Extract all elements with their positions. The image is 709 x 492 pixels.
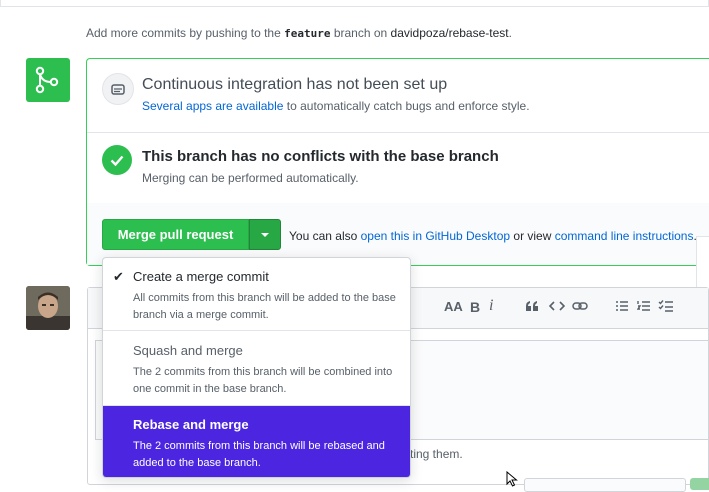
timeline-top-border [0, 0, 709, 7]
mouse-cursor-icon [506, 470, 520, 492]
caret-down-icon [261, 232, 269, 237]
check-circle-icon [102, 145, 132, 175]
merge-alternatives-text: You can also open this in GitHub Desktop… [289, 229, 697, 243]
branch-name: feature [284, 27, 331, 40]
quote-icon[interactable] [525, 299, 539, 316]
git-merge-icon [26, 58, 70, 102]
integration-icon [102, 73, 134, 105]
repo-name[interactable]: davidpoza/rebase-test [391, 26, 509, 40]
merge-method-dropdown-button[interactable] [249, 219, 281, 250]
menu-item-squash-and-merge[interactable]: Squash and merge The 2 commits from this… [103, 332, 410, 406]
bold-icon[interactable]: B [470, 299, 480, 315]
italic-icon[interactable]: i [489, 297, 493, 315]
menu-item-create-merge-commit[interactable]: ✔ Create a merge commit All commits from… [103, 258, 410, 331]
task-list-icon[interactable] [658, 299, 674, 316]
close-pr-button[interactable] [524, 478, 686, 492]
attach-files-hint: ting them. [410, 447, 463, 461]
comment-button[interactable] [690, 478, 709, 490]
heading-icon[interactable]: AA [444, 299, 463, 314]
check-icon: ✔ [113, 269, 124, 284]
merge-pull-request-button[interactable]: Merge pull request [102, 219, 249, 250]
command-line-link[interactable]: command line instructions [555, 229, 694, 243]
link-icon[interactable] [572, 299, 588, 316]
conflicts-title: This branch has no conflicts with the ba… [142, 148, 499, 165]
unordered-list-icon[interactable] [615, 299, 629, 316]
apps-link[interactable]: Several apps are available [142, 99, 283, 113]
merge-method-menu: ✔ Create a merge commit All commits from… [102, 257, 411, 478]
code-icon[interactable] [548, 299, 566, 316]
push-info-text: Add more commits by pushing to the featu… [86, 26, 512, 40]
conflicts-subtitle: Merging can be performed automatically. [142, 171, 359, 185]
github-desktop-link[interactable]: open this in GitHub Desktop [361, 229, 510, 243]
ci-subtitle: Several apps are available to automatica… [142, 99, 530, 113]
menu-item-rebase-and-merge[interactable]: Rebase and merge The 2 commits from this… [103, 406, 410, 477]
divider [87, 132, 709, 133]
ordered-list-icon[interactable] [636, 299, 651, 316]
avatar[interactable] [26, 286, 70, 330]
ci-title: Continuous integration has not been set … [142, 76, 448, 93]
